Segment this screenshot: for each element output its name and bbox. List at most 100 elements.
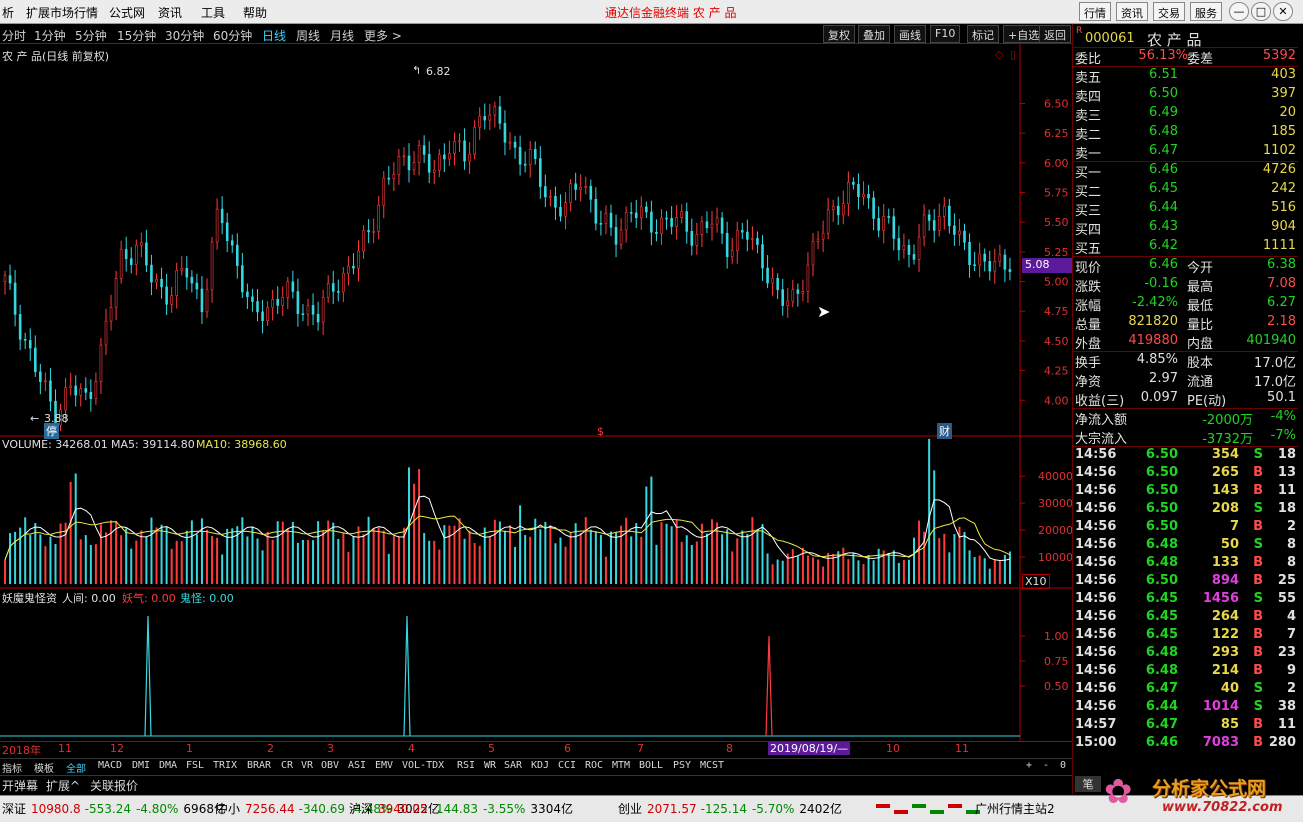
volume-bar — [29, 534, 32, 584]
tick-side: B — [1253, 716, 1263, 732]
mark-button[interactable]: 标记 — [967, 25, 999, 43]
flow-label: 大宗流入 — [1075, 431, 1128, 447]
indicator-tab[interactable]: BOLL — [639, 760, 663, 771]
bid-label: 买四 — [1075, 222, 1102, 238]
indicator-tab[interactable]: 指标 — [2, 760, 22, 775]
indicator-tab[interactable]: MACD — [98, 760, 122, 771]
restore-icon[interactable]: □ — [1251, 2, 1271, 21]
volume-bar — [645, 486, 648, 584]
indicator-tab[interactable]: SAR — [504, 760, 522, 771]
index-quote[interactable]: 沪深 3940.05 -144.83 -3.55% 3304亿 — [349, 800, 578, 817]
indicator-tab[interactable]: EMV — [375, 760, 393, 771]
tab-control-button[interactable]: - — [1043, 760, 1049, 771]
volume-bar — [660, 522, 663, 584]
menu-item-formula[interactable]: 公式网 — [109, 4, 145, 21]
indicator-tab[interactable]: KDJ — [531, 760, 549, 771]
index-quote[interactable]: 创业 2071.57 -125.14 -5.70% 2402亿 — [618, 800, 847, 817]
suspend-marker[interactable]: 停 — [44, 423, 59, 439]
period-30min[interactable]: 30分钟 — [165, 27, 204, 44]
expand-button[interactable]: 扩展^ — [46, 777, 80, 794]
server-status[interactable]: 广州行情主站2 — [975, 800, 1055, 817]
draw-line-button[interactable]: 画线 — [894, 25, 926, 43]
candle-body — [448, 153, 451, 160]
indicator-tab[interactable]: DMA — [159, 760, 177, 771]
indicator-tab[interactable]: ASI — [348, 760, 366, 771]
indicator-tab[interactable]: WR — [484, 760, 496, 771]
period-1min[interactable]: 1分钟 — [34, 27, 66, 44]
tick-count: 8 — [1286, 536, 1296, 552]
volume-ma5: MA5: 39114.80 — [111, 438, 195, 451]
indicator-tab[interactable]: 模板 — [34, 760, 54, 775]
tick-side: B — [1253, 554, 1263, 570]
overlay-button[interactable]: 叠加 — [858, 25, 890, 43]
period-15min[interactable]: 15分钟 — [117, 27, 156, 44]
index-quote[interactable]: 深证 10980.8 -553.24 -4.80% 6968亿 — [2, 800, 231, 817]
tick-volume: 214 — [1211, 662, 1239, 678]
indicator-tab[interactable]: BRAR — [247, 760, 271, 771]
adjust-button[interactable]: 复权 — [823, 25, 855, 43]
indicator-tab[interactable]: FSL — [186, 760, 204, 771]
candle-body — [791, 289, 795, 302]
menu-item-extended-market[interactable]: 扩展市场行情 — [26, 4, 98, 21]
indicator-tab[interactable]: TRIX — [213, 760, 237, 771]
finance-marker[interactable]: 财 — [937, 423, 952, 439]
volume-bar — [640, 536, 643, 584]
indicator-tab[interactable]: VOL-TDX — [402, 760, 444, 771]
back-button[interactable]: 返回 — [1039, 25, 1071, 43]
candle-body — [937, 216, 941, 231]
tab-control-button[interactable]: + — [1026, 760, 1032, 771]
volume-bar — [135, 540, 138, 584]
tick-count: 9 — [1286, 662, 1296, 678]
candle-body — [932, 220, 936, 231]
dividend-marker[interactable]: $ — [597, 425, 604, 438]
volume-bar — [155, 527, 158, 584]
indicator-tab[interactable]: ROC — [585, 760, 603, 771]
panel-toggle-icon[interactable]: ▯ — [1010, 48, 1016, 61]
chart-area[interactable]: 6.50 6.25 6.00 5.75 5.50 5.25 5.00 4.75 4.50 4.25… — [0, 44, 1072, 764]
quotes-button[interactable]: 行情 — [1079, 2, 1111, 21]
trade-button[interactable]: 交易 — [1153, 2, 1185, 21]
stat-value: 2.18 — [1267, 313, 1296, 329]
menu-item-analysis[interactable]: 析 — [2, 4, 14, 21]
tab-control-button[interactable]: 0 — [1060, 760, 1066, 771]
period-daily[interactable]: 日线 — [262, 27, 286, 44]
indicator-tab[interactable]: MCST — [700, 760, 724, 771]
menu-item-help[interactable]: 帮助 — [243, 4, 267, 21]
candle-body — [528, 149, 532, 165]
indicator-tab[interactable]: DMI — [132, 760, 150, 771]
period-60min[interactable]: 60分钟 — [213, 27, 252, 44]
volume-bar — [301, 539, 304, 584]
period-tick[interactable]: 分时 — [2, 27, 26, 44]
ask-label: 卖四 — [1075, 89, 1102, 105]
indicator-tab[interactable]: OBV — [321, 760, 339, 771]
candle-body — [801, 291, 805, 294]
volume-bar — [948, 552, 951, 584]
danmaku-button[interactable]: 开弹幕 — [2, 777, 38, 794]
indicator-tab[interactable]: 全部 — [66, 760, 86, 775]
minimize-icon[interactable]: — — [1229, 2, 1249, 21]
period-more[interactable]: 更多 > — [364, 27, 402, 44]
indicator-tab[interactable]: RSI — [457, 760, 475, 771]
indicator-tab[interactable]: PSY — [673, 760, 691, 771]
quote-row: 14:56 6.45 122 B 7 — [1073, 627, 1298, 645]
volume-bar — [94, 544, 97, 584]
period-weekly[interactable]: 周线 — [296, 27, 320, 44]
close-icon[interactable]: ✕ — [1273, 2, 1293, 21]
news-button[interactable]: 资讯 — [1116, 2, 1148, 21]
service-button[interactable]: 服务 — [1190, 2, 1222, 21]
stat-label: 今开 — [1187, 260, 1214, 276]
indicator-tab[interactable]: MTM — [612, 760, 630, 771]
indicator-tab[interactable]: CCI — [558, 760, 576, 771]
f10-button[interactable]: F10 — [930, 25, 961, 43]
menu-item-news[interactable]: 资讯 — [158, 4, 182, 21]
chart-canvas[interactable]: 6.50 6.25 6.00 5.75 5.50 5.25 5.00 4.75 4.50 4.25… — [0, 44, 1072, 758]
flower-icon: ✿ — [1104, 772, 1133, 812]
menu-item-tools[interactable]: 工具 — [201, 4, 225, 21]
period-5min[interactable]: 5分钟 — [75, 27, 107, 44]
indicator-tab[interactable]: CR — [281, 760, 293, 771]
related-quotes-button[interactable]: 关联报价 — [90, 777, 138, 794]
candle-body — [619, 229, 623, 245]
indicator-tab[interactable]: VR — [301, 760, 313, 771]
period-monthly[interactable]: 月线 — [330, 27, 354, 44]
diamond-icon[interactable]: ◇ — [995, 48, 1003, 61]
